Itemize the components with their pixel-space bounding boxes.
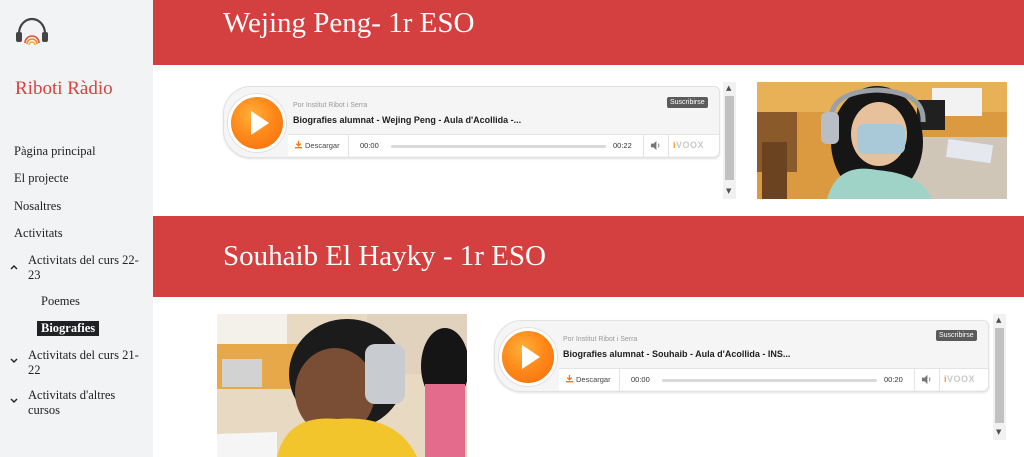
volume-icon[interactable]	[921, 374, 932, 385]
section-banner: Wejing Peng- 1r ESO	[153, 0, 1024, 65]
current-time: 00:00	[631, 375, 650, 384]
student-photo	[217, 314, 467, 457]
volume-icon[interactable]	[650, 140, 661, 151]
episode-title[interactable]: Biografies alumnat - Souhaib - Aula d'Ac…	[563, 349, 790, 359]
divider	[619, 369, 620, 391]
player-card: Por Institut Ribot i Serra Biografies al…	[223, 86, 720, 158]
nav-item-activities-22-23[interactable]: Activitats del curs 22-23	[28, 253, 143, 283]
player-author[interactable]: Por Institut Ribot i Serra	[563, 336, 637, 343]
chevron-down-icon[interactable]	[9, 356, 19, 366]
scroll-down-arrow-icon[interactable]: ▼	[996, 429, 1001, 436]
play-icon	[251, 111, 269, 135]
ivoox-logo[interactable]: iVOOX	[673, 140, 704, 150]
audio-player: Por Institut Ribot i Serra Biografies al…	[494, 320, 989, 392]
current-time: 00:00	[360, 141, 379, 150]
download-icon	[294, 140, 303, 149]
nav-item-other-courses[interactable]: Activitats d'altres cursos	[28, 388, 138, 418]
scrollbar-thumb[interactable]	[995, 328, 1004, 423]
divider	[914, 369, 915, 391]
duration: 00:20	[884, 375, 903, 384]
progress-bar[interactable]	[391, 145, 606, 148]
download-button[interactable]: Descargar	[294, 140, 340, 150]
player-scrollbar[interactable]: ▲ ▼	[993, 314, 1006, 440]
download-label: Descargar	[576, 375, 611, 384]
scroll-down-arrow-icon[interactable]: ▼	[726, 188, 731, 195]
site-title[interactable]: Riboti Ràdio	[15, 78, 113, 100]
nav-item-home[interactable]: Pàgina principal	[14, 144, 96, 159]
nav-item-about[interactable]: Nosaltres	[14, 199, 61, 214]
divider	[668, 135, 669, 157]
play-button[interactable]	[228, 94, 286, 152]
player-author[interactable]: Por Institut Ribot i Serra	[293, 102, 367, 109]
player-scrollbar[interactable]: ▲ ▼	[723, 82, 736, 199]
player-controls: Descargar 00:00 00:20 iVOOX	[559, 368, 988, 391]
nav-item-poems[interactable]: Poemes	[41, 294, 80, 309]
divider	[643, 135, 644, 157]
download-icon	[565, 374, 574, 383]
section-heading: Wejing Peng- 1r ESO	[223, 7, 475, 39]
scrollbar-thumb[interactable]	[725, 96, 734, 180]
chevron-down-icon[interactable]	[9, 396, 19, 406]
divider	[348, 135, 349, 157]
audio-player: Por Institut Ribot i Serra Biografies al…	[223, 86, 720, 158]
subscribe-button[interactable]: Suscribirse	[667, 97, 708, 108]
ivoox-logo[interactable]: iVOOX	[944, 374, 975, 384]
student-photo	[757, 82, 1007, 199]
subscribe-button[interactable]: Suscribirse	[936, 330, 977, 341]
scroll-up-arrow-icon[interactable]: ▲	[726, 85, 731, 92]
player-card: Por Institut Ribot i Serra Biografies al…	[494, 320, 989, 392]
scroll-up-arrow-icon[interactable]: ▲	[996, 317, 1001, 324]
play-icon	[522, 345, 540, 369]
player-controls: Descargar 00:00 00:22 iVOOX	[288, 134, 719, 157]
duration: 00:22	[613, 141, 632, 150]
download-label: Descargar	[305, 141, 340, 150]
headphones-logo-icon[interactable]	[14, 16, 50, 48]
section-heading: Souhaib El Hayky - 1r ESO	[223, 240, 546, 272]
section-banner: Souhaib El Hayky - 1r ESO	[153, 216, 1024, 297]
download-button[interactable]: Descargar	[565, 374, 611, 384]
nav-item-activities-21-22[interactable]: Activitats del curs 21-22	[28, 348, 143, 378]
nav-item-project[interactable]: El projecte	[14, 171, 69, 186]
nav-item-activities[interactable]: Activitats	[14, 226, 63, 241]
play-button[interactable]	[499, 328, 557, 386]
episode-title[interactable]: Biografies alumnat - Wejing Peng - Aula …	[293, 115, 521, 125]
sidebar: Riboti Ràdio Pàgina principal El project…	[0, 0, 153, 457]
chevron-up-icon[interactable]	[9, 262, 19, 272]
nav-item-biographies[interactable]: Biografies	[37, 321, 100, 336]
divider	[939, 369, 940, 391]
progress-bar[interactable]	[662, 379, 877, 382]
